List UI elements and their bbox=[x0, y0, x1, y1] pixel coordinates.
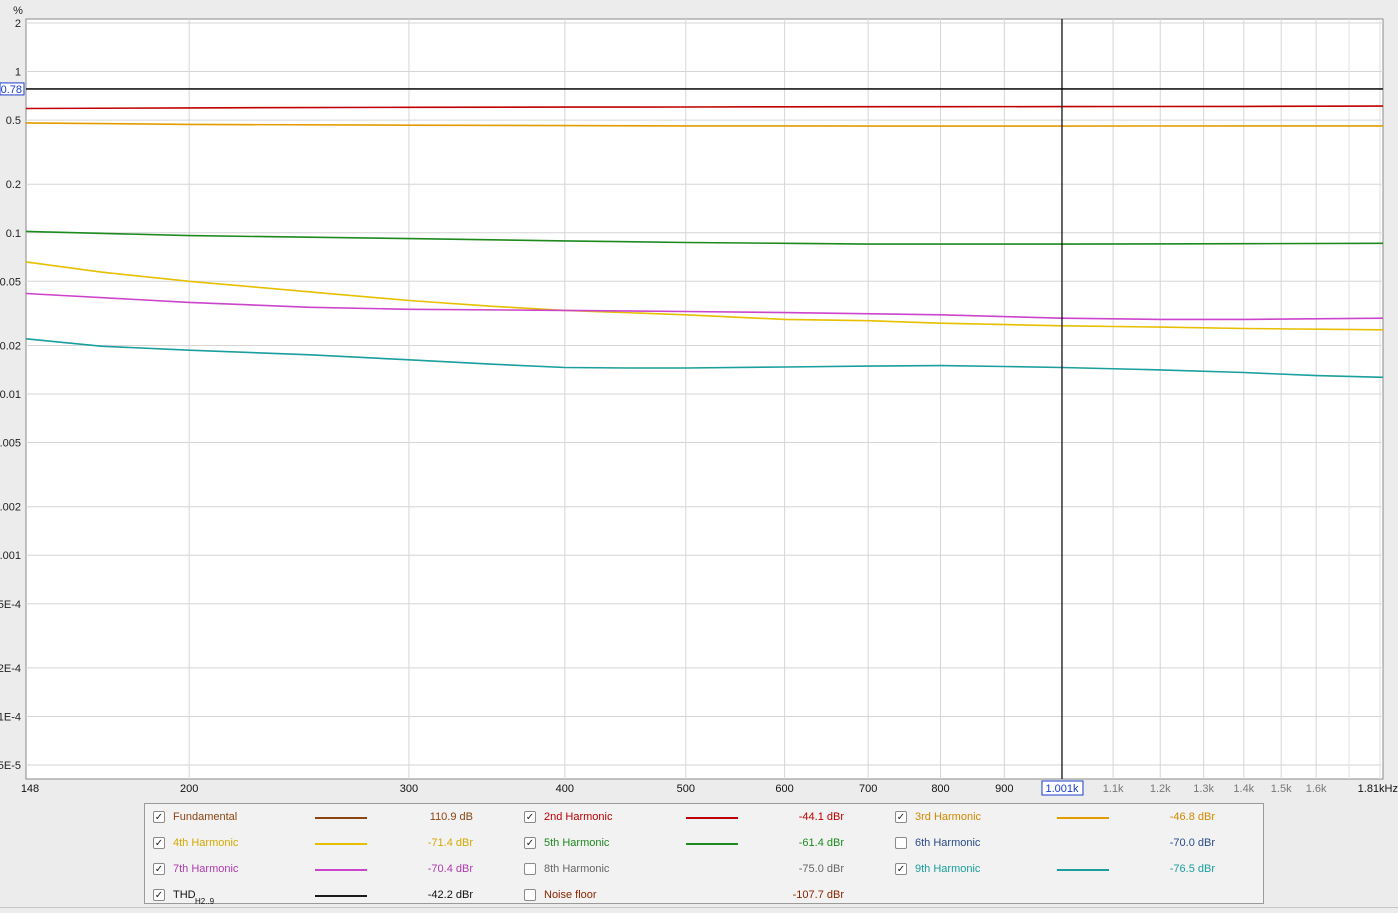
legend-label-subscript: H2..9 bbox=[195, 897, 215, 906]
x-tick-label: 800 bbox=[931, 783, 949, 795]
legend-checkbox[interactable] bbox=[524, 863, 536, 875]
legend-swatch bbox=[315, 843, 367, 845]
legend-value: -42.2 dBr bbox=[427, 889, 473, 901]
legend-checkbox[interactable]: ✓ bbox=[153, 837, 165, 849]
legend-label: 7th Harmonic bbox=[173, 863, 239, 875]
legend-label: Noise floor bbox=[544, 889, 597, 901]
legend-item-4th-harmonic[interactable]: ✓ 4th Harmonic -71.4 dBr bbox=[153, 834, 483, 854]
y-tick-label: 0.5 bbox=[6, 115, 21, 127]
x-tick-label: 900 bbox=[995, 783, 1013, 795]
legend-value: -70.0 dBr bbox=[1169, 837, 1215, 849]
legend-value: -70.4 dBr bbox=[427, 863, 473, 875]
cursor-x-label: 1.001k bbox=[1045, 783, 1079, 795]
legend-checkbox[interactable]: ✓ bbox=[153, 863, 165, 875]
x-tick-label: 200 bbox=[180, 783, 198, 795]
x-tick-label: 1.1k bbox=[1103, 783, 1124, 795]
legend-label: 8th Harmonic bbox=[544, 863, 610, 875]
legend-item-7th-harmonic[interactable]: ✓ 7th Harmonic -70.4 dBr bbox=[153, 860, 483, 880]
legend-swatch bbox=[686, 843, 738, 845]
legend-checkbox[interactable]: ✓ bbox=[524, 837, 536, 849]
x-tick-label: 700 bbox=[859, 783, 877, 795]
legend-item-9th-harmonic[interactable]: ✓ 9th Harmonic -76.5 dBr bbox=[895, 860, 1225, 880]
legend-swatch bbox=[686, 817, 738, 819]
x-tick-label: 148 bbox=[21, 783, 39, 795]
x-tick-label: 1.81kHz bbox=[1358, 783, 1398, 795]
legend-item-fundamental[interactable]: ✓ Fundamental 110.9 dB bbox=[153, 808, 483, 828]
plot-area[interactable] bbox=[25, 18, 1384, 780]
legend-label: 2nd Harmonic bbox=[544, 811, 613, 823]
legend-item-3rd-harmonic[interactable]: ✓ 3rd Harmonic -46.8 dBr bbox=[895, 808, 1225, 828]
y-tick-label: 1E-4 bbox=[0, 711, 21, 723]
legend-checkbox[interactable]: ✓ bbox=[153, 811, 165, 823]
y-tick-label: 0.001 bbox=[0, 550, 21, 562]
x-tick-label: 1.2k bbox=[1150, 783, 1171, 795]
y-tick-label: 0.2 bbox=[6, 179, 21, 191]
legend-value: 110.9 dB bbox=[429, 811, 473, 823]
legend-swatch bbox=[1057, 817, 1109, 819]
y-tick-label: 1 bbox=[15, 67, 21, 79]
x-tick-label: 500 bbox=[677, 783, 695, 795]
legend-item-5th-harmonic[interactable]: ✓ 5th Harmonic -61.4 dBr bbox=[524, 834, 854, 854]
legend-item-2nd-harmonic[interactable]: ✓ 2nd Harmonic -44.1 dBr bbox=[524, 808, 854, 828]
legend-label: THD bbox=[173, 889, 196, 901]
thd-plot[interactable]: 1.001k 0.78 2 1 0.5 0.2 0.1 0.05 0.02 0.01 0.005 0… bbox=[0, 0, 1398, 800]
legend-label: 5th Harmonic bbox=[544, 837, 610, 849]
y-tick-label: 0.005 bbox=[0, 438, 21, 450]
legend-value: -75.0 dBr bbox=[798, 863, 844, 875]
legend-label: 4th Harmonic bbox=[173, 837, 239, 849]
legend-swatch bbox=[315, 895, 367, 897]
legend-value: -44.1 dBr bbox=[798, 811, 844, 823]
legend-swatch bbox=[315, 869, 367, 871]
legend-item-noise-floor[interactable]: Noise floor -107.7 dBr bbox=[524, 886, 854, 906]
y-unit-label: % bbox=[13, 5, 23, 17]
x-tick-label: 300 bbox=[400, 783, 418, 795]
x-tick-label: 1.4k bbox=[1233, 783, 1254, 795]
legend-panel: ✓ Fundamental 110.9 dB ✓ 2nd Harmonic -44.1 d… bbox=[144, 803, 1264, 906]
x-tick-label: 1.5k bbox=[1271, 783, 1292, 795]
legend-checkbox[interactable]: ✓ bbox=[153, 889, 165, 901]
y-tick-label: 2 bbox=[15, 18, 21, 30]
divider bbox=[0, 907, 1398, 908]
legend-swatch bbox=[1057, 869, 1109, 871]
y-tick-label: 5E-4 bbox=[0, 599, 21, 611]
legend-label: 6th Harmonic bbox=[915, 837, 981, 849]
legend-value: -61.4 dBr bbox=[798, 837, 844, 849]
y-tick-label: 0.01 bbox=[0, 389, 21, 401]
x-tick-label: 400 bbox=[556, 783, 574, 795]
legend-checkbox[interactable]: ✓ bbox=[524, 811, 536, 823]
y-tick-label: 5E-5 bbox=[0, 760, 21, 772]
legend-checkbox[interactable]: ✓ bbox=[895, 863, 907, 875]
legend-label: 3rd Harmonic bbox=[915, 811, 982, 823]
y-tick-label: 2E-4 bbox=[0, 663, 21, 675]
legend-value: -46.8 dBr bbox=[1169, 811, 1215, 823]
legend-checkbox[interactable]: ✓ bbox=[895, 811, 907, 823]
legend-item-thd[interactable]: ✓ THD H2..9 -42.2 dBr bbox=[153, 886, 483, 906]
legend-checkbox[interactable] bbox=[895, 837, 907, 849]
legend-item-8th-harmonic[interactable]: 8th Harmonic -75.0 dBr bbox=[524, 860, 854, 880]
y-tick-label: 0.1 bbox=[6, 228, 21, 240]
legend-value: -71.4 dBr bbox=[427, 837, 473, 849]
y-tick-label: 0.05 bbox=[0, 276, 21, 288]
legend-swatch bbox=[315, 817, 367, 819]
legend-label: 9th Harmonic bbox=[915, 863, 981, 875]
y-tick-label: 0.02 bbox=[0, 340, 21, 352]
y-tick-label: 0.002 bbox=[0, 502, 21, 514]
legend-value: -76.5 dBr bbox=[1169, 863, 1215, 875]
legend-checkbox[interactable] bbox=[524, 889, 536, 901]
legend-value: -107.7 dBr bbox=[792, 889, 844, 901]
x-tick-label: 1.3k bbox=[1193, 783, 1214, 795]
x-tick-label: 1.6k bbox=[1306, 783, 1327, 795]
x-tick-label: 600 bbox=[775, 783, 793, 795]
legend-item-6th-harmonic[interactable]: 6th Harmonic -70.0 dBr bbox=[895, 834, 1225, 854]
legend-label: Fundamental bbox=[173, 811, 238, 823]
cursor-y-label: 0.78 bbox=[1, 84, 22, 96]
